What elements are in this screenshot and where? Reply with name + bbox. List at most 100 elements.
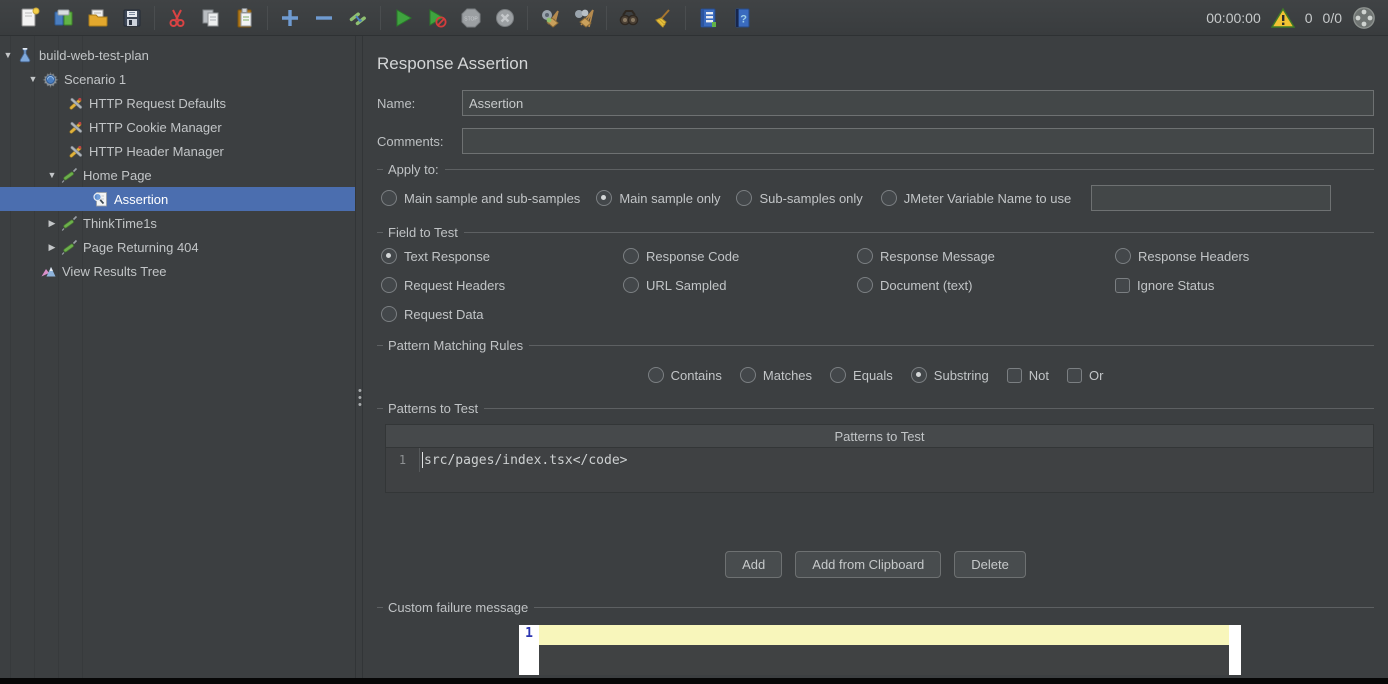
- warning-icon[interactable]: [1271, 6, 1295, 30]
- radio-request-headers[interactable]: Request Headers: [381, 277, 623, 293]
- radio-icon: [596, 190, 612, 206]
- custom-failure-group: Custom failure message 1: [377, 600, 1374, 675]
- checkbox-icon: [1115, 278, 1130, 293]
- add-icon[interactable]: [278, 6, 302, 30]
- radio-icon: [911, 367, 927, 383]
- clear-all-icon[interactable]: [572, 6, 596, 30]
- save-icon[interactable]: [120, 6, 144, 30]
- tree-item-thinktime1s[interactable]: ▶ ThinkTime1s: [0, 211, 355, 235]
- pattern-matching-legend: Pattern Matching Rules: [388, 338, 523, 353]
- pattern-matching-group: Pattern Matching Rules Contains Matches …: [377, 338, 1374, 383]
- config-element-icon: [66, 142, 84, 160]
- pattern-cell[interactable]: src/pages/index.tsx</code>: [420, 448, 1373, 472]
- add-button[interactable]: Add: [725, 551, 782, 578]
- tree-item-assertion[interactable]: Assertion: [0, 187, 355, 211]
- delete-button[interactable]: Delete: [954, 551, 1026, 578]
- comments-input[interactable]: [462, 128, 1374, 154]
- sampler-icon: [60, 238, 78, 256]
- field-to-test-legend: Field to Test: [388, 225, 458, 240]
- editor-scrollbar[interactable]: [1229, 625, 1241, 675]
- expand-arrow-icon[interactable]: ▼: [2, 50, 14, 60]
- tree-item-scenario-1[interactable]: ▼ Scenario 1: [0, 67, 355, 91]
- clear-icon[interactable]: [538, 6, 562, 30]
- radio-icon: [740, 367, 756, 383]
- pattern-row[interactable]: 1 src/pages/index.tsx</code>: [386, 448, 1373, 472]
- tree-item-label: HTTP Request Defaults: [89, 96, 226, 111]
- editor-text-area[interactable]: [539, 625, 1229, 675]
- radio-main-sample-only[interactable]: Main sample only: [596, 190, 720, 206]
- radio-icon: [381, 248, 397, 264]
- start-icon[interactable]: [391, 6, 415, 30]
- config-element-icon: [66, 94, 84, 112]
- start-no-pauses-icon[interactable]: [425, 6, 449, 30]
- toggle-icon[interactable]: [346, 6, 370, 30]
- tree-item-label: Assertion: [114, 192, 168, 207]
- thread-counts: 0/0: [1323, 10, 1342, 26]
- radio-contains[interactable]: Contains: [648, 367, 722, 383]
- radio-jmeter-variable[interactable]: JMeter Variable Name to use: [881, 190, 1071, 206]
- search-icon[interactable]: [617, 6, 641, 30]
- radio-response-headers[interactable]: Response Headers: [1115, 248, 1374, 264]
- tree-item-view-results-tree[interactable]: View Results Tree: [0, 259, 355, 283]
- shutdown-icon[interactable]: [493, 6, 517, 30]
- search-reset-icon[interactable]: [651, 6, 675, 30]
- help-icon[interactable]: ?: [730, 6, 754, 30]
- radio-url-sampled[interactable]: URL Sampled: [623, 277, 857, 293]
- custom-failure-editor[interactable]: 1: [519, 625, 1241, 675]
- tree-item-label: Scenario 1: [64, 72, 126, 87]
- log-error-count: 0: [1305, 10, 1313, 26]
- stop-icon[interactable]: STOP: [459, 6, 483, 30]
- new-file-icon[interactable]: [18, 6, 42, 30]
- radio-icon: [857, 277, 873, 293]
- config-element-icon: [66, 118, 84, 136]
- radio-response-message[interactable]: Response Message: [857, 248, 1115, 264]
- open-icon[interactable]: [86, 6, 110, 30]
- radio-matches[interactable]: Matches: [740, 367, 812, 383]
- checkbox-or[interactable]: Or: [1067, 368, 1103, 383]
- radio-icon: [623, 277, 639, 293]
- comments-label: Comments:: [377, 134, 462, 149]
- tree-item-http-request-defaults[interactable]: HTTP Request Defaults: [0, 91, 355, 115]
- tree-item-http-cookie-manager[interactable]: HTTP Cookie Manager: [0, 115, 355, 139]
- radio-document-text[interactable]: Document (text): [857, 277, 1115, 293]
- tree-main-splitter[interactable]: •••: [355, 36, 363, 678]
- radio-substring[interactable]: Substring: [911, 367, 989, 383]
- name-label: Name:: [377, 96, 462, 111]
- radio-equals[interactable]: Equals: [830, 367, 893, 383]
- expand-arrow-icon[interactable]: ▼: [27, 74, 39, 84]
- jmeter-variable-input[interactable]: [1091, 185, 1331, 211]
- remove-icon[interactable]: [312, 6, 336, 30]
- cut-icon[interactable]: [165, 6, 189, 30]
- tree-item-http-header-manager[interactable]: HTTP Header Manager: [0, 139, 355, 163]
- editor-empty-area: [539, 645, 1229, 675]
- checkbox-not[interactable]: Not: [1007, 368, 1049, 383]
- patterns-legend: Patterns to Test: [388, 401, 478, 416]
- paste-icon[interactable]: [233, 6, 257, 30]
- response-assertion-panel: Response Assertion Name: Comments: Apply…: [363, 36, 1388, 678]
- tree-item-home-page[interactable]: ▼ Home Page: [0, 163, 355, 187]
- sampler-icon: [60, 166, 78, 184]
- name-input[interactable]: [462, 90, 1374, 116]
- radio-main-sample-and-subsamples[interactable]: Main sample and sub-samples: [381, 190, 580, 206]
- tree-item-page-returning-404[interactable]: ▶ Page Returning 404: [0, 235, 355, 259]
- radio-request-data[interactable]: Request Data: [381, 306, 623, 322]
- collapse-arrow-icon[interactable]: ▶: [46, 218, 58, 229]
- collapse-arrow-icon[interactable]: ▶: [46, 242, 58, 253]
- bottom-border: [0, 678, 1388, 684]
- tree-item-test-plan[interactable]: ▼ build-web-test-plan: [0, 43, 355, 67]
- radio-text-response[interactable]: Text Response: [381, 248, 623, 264]
- function-helper-icon[interactable]: [696, 6, 720, 30]
- expand-arrow-icon[interactable]: ▼: [46, 170, 58, 180]
- radio-response-code[interactable]: Response Code: [623, 248, 857, 264]
- test-plan-icon: [16, 46, 34, 64]
- sampler-icon: [60, 214, 78, 232]
- radio-sub-samples-only[interactable]: Sub-samples only: [736, 190, 862, 206]
- radio-icon: [381, 190, 397, 206]
- custom-failure-legend: Custom failure message: [388, 600, 528, 615]
- patterns-table[interactable]: Patterns to Test 1 src/pages/index.tsx</…: [385, 424, 1374, 493]
- add-from-clipboard-button[interactable]: Add from Clipboard: [795, 551, 941, 578]
- copy-icon[interactable]: [199, 6, 223, 30]
- checkbox-ignore-status[interactable]: Ignore Status: [1115, 277, 1374, 293]
- editor-line-number: 1: [519, 625, 539, 675]
- templates-icon[interactable]: [52, 6, 76, 30]
